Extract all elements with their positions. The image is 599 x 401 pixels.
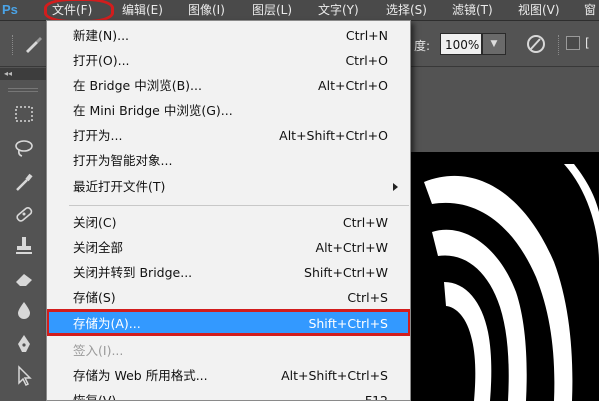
options-trailing-text: [: [585, 36, 590, 50]
menu-layer[interactable]: 图层(L): [252, 0, 292, 20]
menu-item-label: 恢复(V): [73, 393, 117, 401]
toolbox-panel: ◂◂: [0, 68, 48, 401]
menu-item-close-go-bridge[interactable]: 关闭并转到 Bridge... Shift+Ctrl+W: [47, 260, 410, 285]
option-checkbox[interactable]: [566, 36, 580, 50]
airbrush-icon[interactable]: [524, 33, 548, 58]
menu-item-label: 关闭(C): [73, 215, 117, 230]
menu-item-new[interactable]: 新建(N)... Ctrl+N: [47, 23, 410, 48]
app-logo: Ps: [2, 2, 18, 17]
blur-drop-icon[interactable]: [12, 298, 36, 322]
menu-item-open-smart-object[interactable]: 打开为智能对象...: [47, 148, 410, 173]
menu-item-shortcut: Ctrl+N: [345, 28, 388, 43]
menu-item-label: 在 Bridge 中浏览(B)...: [73, 78, 202, 93]
eyedropper-icon[interactable]: [12, 170, 36, 194]
file-dropdown-menu: 新建(N)... Ctrl+N 打开(O)... Ctrl+O 在 Bridge…: [46, 20, 411, 401]
options-divider-2: [558, 35, 560, 55]
menu-item-label: 最近打开文件(T): [73, 179, 166, 194]
menu-bar: Ps 文件(F) 编辑(E) 图像(I) 图层(L) 文字(Y) 选择(S) 滤…: [0, 0, 599, 23]
menu-item-shortcut: Alt+Ctrl+W: [315, 240, 388, 255]
opacity-input[interactable]: 100%: [440, 33, 482, 55]
menu-item-close-all[interactable]: 关闭全部 Alt+Ctrl+W: [47, 235, 410, 260]
menu-item-label: 关闭全部: [73, 240, 124, 255]
menu-image[interactable]: 图像(I): [188, 0, 225, 20]
selection-arrow-icon[interactable]: [12, 364, 36, 388]
menu-item-label: 存储(S): [73, 290, 116, 305]
menu-item-label: 打开为...: [73, 128, 123, 143]
menu-item-recent-files[interactable]: 最近打开文件(T): [47, 174, 410, 199]
eraser-icon[interactable]: [12, 266, 36, 290]
menu-edit[interactable]: 编辑(E): [122, 0, 163, 20]
menu-item-label: 在 Mini Bridge 中浏览(G)...: [73, 103, 233, 118]
submenu-arrow-icon: [393, 183, 398, 191]
menu-window[interactable]: 窗: [584, 0, 596, 20]
menu-item-label: 新建(N)...: [73, 28, 130, 43]
document-canvas[interactable]: [404, 152, 599, 401]
menu-item-label: 签入(I)...: [73, 343, 124, 358]
menu-item-shortcut: Ctrl+S: [347, 290, 388, 305]
pen-icon[interactable]: [12, 332, 36, 356]
lasso-icon[interactable]: [12, 136, 36, 160]
menu-item-shortcut: Alt+Shift+Ctrl+S: [281, 368, 388, 383]
save-as-annotation-box: [47, 309, 410, 336]
menu-item-browse-bridge[interactable]: 在 Bridge 中浏览(B)... Alt+Ctrl+O: [47, 73, 410, 98]
menu-divider: [69, 205, 409, 206]
menu-item-save[interactable]: 存储(S) Ctrl+S: [47, 285, 410, 310]
menu-item-label: 打开为智能对象...: [73, 153, 173, 168]
menu-item-shortcut: Ctrl+W: [342, 215, 388, 230]
menu-view[interactable]: 视图(V): [518, 0, 560, 20]
menu-item-shortcut: Alt+Shift+Ctrl+O: [279, 128, 388, 143]
menu-filter[interactable]: 滤镜(T): [452, 0, 493, 20]
menu-item-shortcut: Shift+Ctrl+W: [304, 265, 388, 280]
healing-brush-icon[interactable]: [12, 202, 36, 226]
options-divider: [12, 35, 14, 55]
toolbox-grip[interactable]: [8, 88, 38, 92]
stamp-icon[interactable]: [12, 234, 36, 258]
menu-item-open[interactable]: 打开(O)... Ctrl+O: [47, 48, 410, 73]
menu-item-revert[interactable]: 恢复(V) F12: [47, 388, 410, 401]
opacity-label: 度:: [414, 39, 431, 53]
opacity-dropdown-button[interactable]: ▼: [482, 33, 506, 55]
menu-item-shortcut: Alt+Ctrl+O: [318, 78, 388, 93]
menu-type[interactable]: 文字(Y): [318, 0, 359, 20]
menu-item-shortcut: F12: [364, 393, 388, 401]
menu-item-label: 关闭并转到 Bridge...: [73, 265, 193, 280]
menu-item-shortcut: Ctrl+O: [345, 53, 388, 68]
toolbox-collapse-icon[interactable]: ◂◂: [0, 68, 48, 80]
menu-item-open-as[interactable]: 打开为... Alt+Shift+Ctrl+O: [47, 123, 410, 148]
menu-item-browse-mini-bridge[interactable]: 在 Mini Bridge 中浏览(G)...: [47, 98, 410, 123]
menu-item-label: 打开(O)...: [73, 53, 130, 68]
marquee-icon[interactable]: [12, 102, 36, 126]
canvas-artwork: [424, 164, 599, 401]
menu-item-close[interactable]: 关闭(C) Ctrl+W: [47, 210, 410, 235]
menu-item-check-in: 签入(I)...: [47, 338, 410, 363]
brush-preset-icon[interactable]: [22, 33, 44, 58]
menu-select[interactable]: 选择(S): [386, 0, 427, 20]
menu-item-label: 存储为 Web 所用格式...: [73, 368, 208, 383]
menu-item-save-for-web[interactable]: 存储为 Web 所用格式... Alt+Shift+Ctrl+S: [47, 363, 410, 388]
